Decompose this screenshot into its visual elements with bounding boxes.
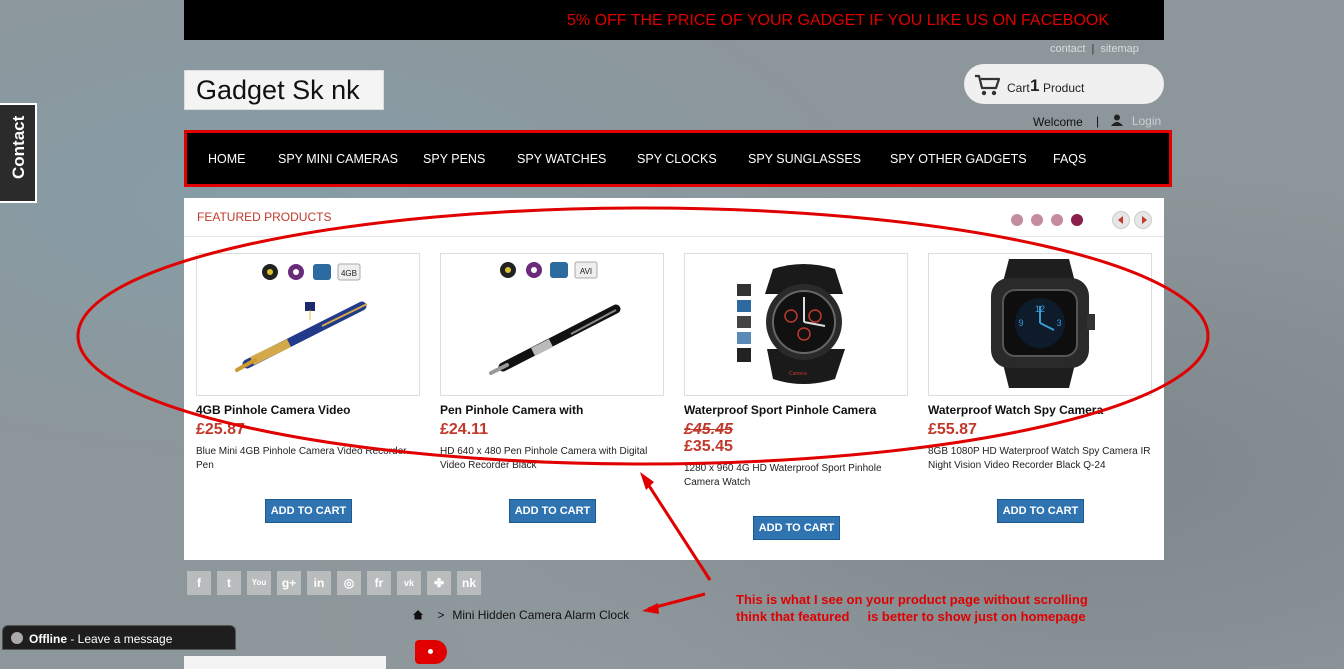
product-description: HD 640 x 480 Pen Pinhole Camera with Dig… <box>440 446 648 471</box>
product-name[interactable]: Waterproof Watch Spy Camera <box>928 403 1152 417</box>
nav-item-spy-watches[interactable]: SPY WATCHES <box>517 152 606 166</box>
annotation-line-1: This is what I see on your product page … <box>736 592 1088 607</box>
product-image-pen-black[interactable]: AVI <box>440 253 664 396</box>
cart-unit: Product <box>1043 81 1085 95</box>
user-bar: | Login <box>1096 114 1161 128</box>
cart-count: 1 <box>1030 76 1040 95</box>
pager-dot-1[interactable] <box>1011 214 1023 226</box>
chat-message: - Leave a message <box>67 632 173 646</box>
nav-item-faqs[interactable]: FAQS <box>1053 152 1086 166</box>
product-name[interactable]: 4GB Pinhole Camera Video <box>196 403 420 417</box>
nav-item-spy-pens[interactable]: SPY PENS <box>423 152 485 166</box>
product-price: £25.87 <box>196 421 245 438</box>
cart-icon <box>975 74 1001 96</box>
annotation-arrowhead-left <box>642 603 659 614</box>
product-image-pen-blue[interactable]: 4GB <box>196 253 420 396</box>
square-watch-illustration: 12 9 3 <box>991 259 1095 388</box>
pen-camera-illustration: 4GB <box>235 263 368 372</box>
badge-camera: Camera <box>789 371 807 377</box>
product-image-square-watch[interactable]: 12 9 3 <box>928 253 1152 396</box>
googleplus-icon[interactable]: g+ <box>277 571 301 595</box>
top-links-separator: | <box>1091 43 1095 55</box>
badge-4gb: 4GB <box>341 269 357 278</box>
featured-divider <box>184 236 1164 237</box>
cart-label: Cart <box>1007 81 1030 95</box>
add-to-cart-button[interactable]: ADD TO CART <box>509 499 596 523</box>
main-nav: HOME SPY MINI CAMERAS SPY PENS SPY WATCH… <box>184 130 1172 187</box>
product-name[interactable]: Pen Pinhole Camera with <box>440 403 664 417</box>
logo-text: Gadget Sk nk <box>196 75 360 105</box>
pager-dot-4[interactable] <box>1071 214 1083 226</box>
site-logo[interactable]: Gadget Sk nk <box>184 70 384 110</box>
flickr-icon[interactable]: fr <box>367 571 391 595</box>
user-icon <box>1111 114 1124 126</box>
contact-tab-label: Contact <box>9 115 28 179</box>
product-description: 8GB 1080P HD Waterproof Watch Spy Camera… <box>928 446 1151 471</box>
svg-text:3: 3 <box>1056 318 1061 328</box>
annotation-arrow-left <box>647 592 706 611</box>
vk-icon[interactable]: vk <box>397 571 421 595</box>
product-description: 1280 x 960 4G HD Waterproof Sport Pinhol… <box>684 463 882 488</box>
welcome-text: Welcome <box>1033 115 1083 129</box>
pager-dot-2[interactable] <box>1031 214 1043 226</box>
chat-status: Offline <box>29 632 67 646</box>
home-icon[interactable] <box>412 609 424 620</box>
breadcrumb-current: Mini Hidden Camera Alarm Clock <box>452 608 630 622</box>
carousel-prev-button[interactable] <box>1112 211 1130 229</box>
product-price: £55.87 <box>928 421 977 438</box>
featured-title: FEATURED PRODUCTS <box>197 210 332 224</box>
product-image-sport-watch[interactable]: Camera <box>684 253 908 396</box>
contact-link[interactable]: contact <box>1050 43 1085 55</box>
svg-text:9: 9 <box>1018 318 1023 328</box>
top-links: contact | sitemap <box>1050 43 1139 55</box>
sitemap-link[interactable]: sitemap <box>1100 43 1139 55</box>
nav-item-spy-clocks[interactable]: SPY CLOCKS <box>637 152 717 166</box>
nk-icon[interactable]: nk <box>457 571 481 595</box>
carousel-next-button[interactable] <box>1134 211 1152 229</box>
nav-item-spy-mini-cameras[interactable]: SPY MINI CAMERAS <box>278 152 398 166</box>
youtube-icon[interactable]: You <box>247 571 271 595</box>
add-to-cart-button[interactable]: ADD TO CART <box>997 499 1084 523</box>
product-name[interactable]: Waterproof Sport Pinhole Camera <box>684 403 908 417</box>
chat-status-icon <box>11 632 23 644</box>
annotation-line-2: think that featured is better to show ju… <box>736 609 1086 624</box>
linkedin-icon[interactable]: in <box>307 571 331 595</box>
cart-widget[interactable]: Cart 1 Product <box>964 64 1164 104</box>
product-price: £35.45 <box>684 438 733 455</box>
user-separator: | <box>1096 114 1100 128</box>
twitter-icon[interactable]: t <box>217 571 241 595</box>
odnoklassniki-icon[interactable]: ✤ <box>427 571 451 595</box>
breadcrumb: > Mini Hidden Camera Alarm Clock <box>412 608 629 622</box>
product-old-price: £45.45 <box>684 421 733 438</box>
add-to-cart-button[interactable]: ADD TO CART <box>265 499 352 523</box>
badge-avi: AVI <box>580 267 592 276</box>
chat-text: Offline - Leave a message <box>29 632 172 646</box>
add-to-cart-button[interactable]: ADD TO CART <box>753 516 840 540</box>
nav-item-home[interactable]: HOME <box>208 152 246 166</box>
nav-item-spy-other-gadgets[interactable]: SPY OTHER GADGETS <box>890 152 1027 166</box>
contact-tab[interactable]: Contact <box>0 103 37 203</box>
product-price: £24.11 <box>440 421 489 438</box>
footer-box <box>184 656 386 669</box>
instagram-icon[interactable]: ◎ <box>337 571 361 595</box>
breadcrumb-separator: > <box>437 608 445 622</box>
promo-text: 5% OFF THE PRICE OF YOUR GADGET IF YOU L… <box>567 12 1110 29</box>
pager-dot-3[interactable] <box>1051 214 1063 226</box>
sport-watch-illustration: Camera <box>737 264 845 384</box>
nav-item-spy-sunglasses[interactable]: SPY SUNGLASSES <box>748 152 861 166</box>
promo-bar: 5% OFF THE PRICE OF YOUR GADGET IF YOU L… <box>184 0 1164 40</box>
login-link[interactable]: Login <box>1132 114 1161 128</box>
facebook-icon[interactable]: f <box>187 571 211 595</box>
pen-camera-illustration: AVI <box>489 261 621 375</box>
chat-bar[interactable]: Offline - Leave a message <box>2 625 236 650</box>
product-description: Blue Mini 4GB Pinhole Camera Video Recor… <box>196 446 407 471</box>
tag-icon <box>415 640 447 664</box>
featured-products: FEATURED PRODUCTS 4GB 4GB Pinhole Camera… <box>184 198 1164 560</box>
annotation-text: This is what I see on your product page … <box>736 591 1088 625</box>
